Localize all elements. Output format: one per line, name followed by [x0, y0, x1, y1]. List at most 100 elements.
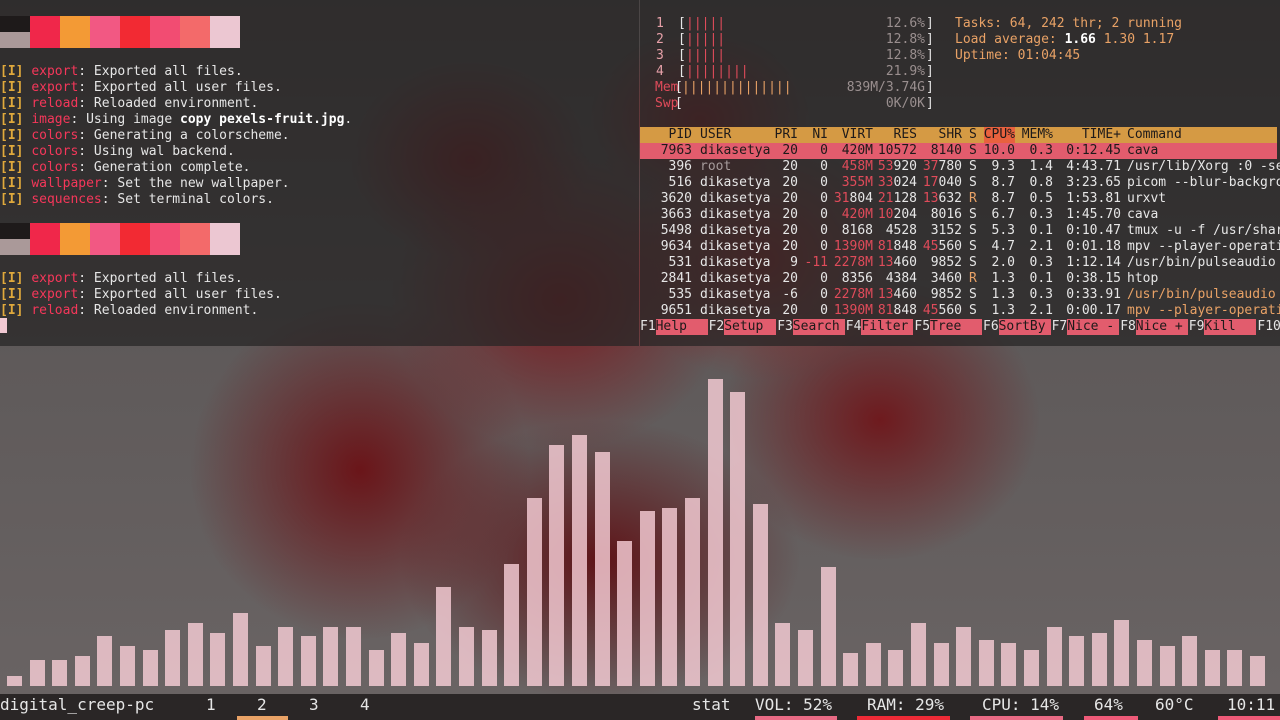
- cell-pri: 20: [782, 207, 798, 222]
- column-header[interactable]: SHR: [939, 127, 962, 143]
- cell-pri: 9: [790, 255, 798, 270]
- cell-digits-high: 13: [922, 191, 939, 206]
- cell-s: S: [969, 159, 977, 174]
- column-header[interactable]: Command: [1127, 127, 1182, 143]
- visualizer-bar: [7, 676, 22, 686]
- process-table-header[interactable]: PID USER PRI NI VIRT RES SHR S CPU% MEM% TIME+ Comm…: [640, 127, 1277, 144]
- column-header[interactable]: TIME+: [1082, 127, 1121, 143]
- cell-res: 10204: [878, 207, 917, 223]
- table-row[interactable]: 531 dikasetya 9 -11 2278M 13460 9852 S 2.0 0.3 1:1…: [640, 255, 1277, 271]
- cell-res: 13460: [878, 255, 917, 271]
- column-header[interactable]: PID: [669, 127, 692, 143]
- cell-pri: 20: [782, 191, 798, 206]
- fkey-f7[interactable]: F7: [1052, 319, 1068, 335]
- table-row[interactable]: 7963 dikasetya 20 0 420M 10572 8140 S 10.0 0.3 0:1…: [640, 143, 1277, 159]
- fkey-f4[interactable]: F4: [846, 319, 862, 335]
- table-row[interactable]: 535 dikasetya -6 0 2278M 13460 9852 S 1.3 0.3 0:33…: [640, 287, 1277, 303]
- cell-ni: 0: [820, 271, 828, 286]
- hostname: digital_creep-pc: [0, 695, 155, 714]
- workspace-2[interactable]: 2: [257, 694, 267, 716]
- log-module: export: [31, 271, 79, 286]
- cell-digits-low: 560: [938, 239, 962, 254]
- cell-digits-low: 460: [893, 255, 917, 270]
- column-header[interactable]: USER: [700, 127, 731, 143]
- volume-indicator[interactable]: VOL: 52%: [755, 694, 832, 716]
- log-level-tag: [I]: [0, 96, 24, 111]
- cell-cpu: 2.0: [991, 255, 1015, 270]
- visualizer-bar: [459, 627, 474, 686]
- fkey-label[interactable]: Search: [792, 319, 845, 335]
- table-row[interactable]: 516 dikasetya 20 0 355M 33024 17040 S 8.7 0.8 3:23…: [640, 175, 1280, 191]
- cell-time: 0:10.47: [1066, 223, 1121, 238]
- cell-cmd: htop: [1127, 271, 1159, 286]
- table-row[interactable]: 3620 dikasetya 20 0 31804 21128 13632 R 8.7 0.5 1:…: [640, 191, 1277, 207]
- cell-shr: 45560: [923, 239, 962, 255]
- fkey-f3[interactable]: F3: [777, 319, 793, 335]
- cell-cpu: 1.3: [991, 287, 1015, 302]
- fkey-label[interactable]: Help: [655, 319, 708, 335]
- table-row[interactable]: 9634 dikasetya 20 0 1390M 81848 45560 S 4.7 2.1 0:…: [640, 239, 1280, 255]
- meter-value: 839M/3.74G: [846, 80, 925, 95]
- cell-mem: 0.3: [1029, 143, 1053, 158]
- cell-user: dikasetya: [700, 303, 771, 318]
- cell-digits-low: 848: [893, 303, 917, 318]
- table-row[interactable]: 3663 dikasetya 20 0 420M 10204 8016 S 6.7 0.3 1:45…: [640, 207, 1277, 223]
- fkey-label[interactable]: Kill: [1204, 319, 1257, 335]
- column-header[interactable]: RES: [894, 127, 917, 143]
- fkey-f2[interactable]: F2: [709, 319, 725, 335]
- log-message: : Exported all user files.: [78, 287, 282, 302]
- workspace-4[interactable]: 4: [360, 694, 370, 716]
- fkey-f9[interactable]: F9: [1189, 319, 1205, 335]
- column-header[interactable]: PRI: [775, 127, 798, 143]
- visualizer-bar: [1069, 636, 1085, 686]
- meter-bracket-open: [: [678, 48, 686, 63]
- fkey-f8[interactable]: F8: [1120, 319, 1136, 335]
- table-row[interactable]: 9651 dikasetya 20 0 1390M 81848 45560 S 1.3 2.1 0:…: [640, 303, 1280, 319]
- cell-digits-low: 460: [893, 287, 917, 302]
- htop-function-keys[interactable]: F1 Help F2 Setup F3 Search F4 Filter F5 Tree F6…: [640, 319, 1280, 335]
- workspace-1[interactable]: 1: [206, 694, 216, 716]
- fkey-label[interactable]: Setup: [724, 319, 777, 335]
- terminal-pane-left[interactable]: [I] export: Exported all files. [I] expor…: [0, 0, 639, 346]
- table-row[interactable]: 2841 dikasetya 20 0 8356 4384 3460 R 1.3 0.1 0:38.…: [640, 271, 1277, 287]
- color-swatch: [210, 223, 240, 255]
- fkey-label[interactable]: Nice -: [1067, 319, 1120, 335]
- fkey-f1[interactable]: F1: [640, 319, 656, 335]
- visualizer-bar: [820, 567, 836, 686]
- cell-user: dikasetya: [700, 239, 771, 254]
- tasks-summary: Tasks: 64, 242 thr; 2 running: [955, 16, 1182, 31]
- table-row[interactable]: 5498 dikasetya 20 0 8168 4528 3152 S 5.3 0.1 0:10.…: [640, 223, 1280, 239]
- cell-negative: -11: [804, 255, 828, 270]
- clock[interactable]: 10:11: [1227, 694, 1275, 716]
- color-swatch: [0, 223, 30, 255]
- active-workspace-indicator: [237, 716, 288, 720]
- column-header[interactable]: CPU%: [983, 127, 1015, 143]
- fkey-label[interactable]: SortBy: [998, 319, 1051, 335]
- column-header[interactable]: S: [969, 127, 977, 143]
- visualizer-bar: [233, 613, 248, 686]
- workspace-3[interactable]: 3: [309, 694, 319, 716]
- cell-cmd: /usr/bin/pulseaudio: [1127, 287, 1276, 303]
- column-header[interactable]: VIRT: [842, 127, 873, 143]
- meter-value: 12.8%: [885, 48, 925, 63]
- visualizer-bar: [368, 650, 384, 686]
- terminal-cursor: [0, 318, 7, 333]
- fkey-label[interactable]: Filter: [861, 319, 914, 335]
- table-row[interactable]: 396 root 20 0 458M 53920 37780 S 9.3 1.4 4:43.71/u…: [640, 159, 1280, 175]
- fkey-label[interactable]: Nice +: [1135, 319, 1188, 335]
- fkey-f6[interactable]: F6: [983, 319, 999, 335]
- column-header[interactable]: NI: [812, 127, 828, 143]
- cell-cmd: /usr/lib/Xorg :0 -se: [1127, 159, 1280, 174]
- fkey-label[interactable]: Tree: [930, 319, 982, 335]
- cell-pri: -6: [782, 287, 798, 302]
- log-level-tag: [I]: [0, 287, 24, 302]
- cell-ni: 0: [820, 303, 828, 318]
- cell-time: 3:23.65: [1066, 175, 1121, 190]
- column-header[interactable]: MEM%: [1022, 127, 1053, 143]
- fkey-f10[interactable]: F10: [1257, 319, 1280, 335]
- fkey-f5[interactable]: F5: [914, 319, 930, 335]
- visualizer-bar: [1024, 650, 1039, 686]
- visualizer-bar: [323, 627, 339, 686]
- meter-bracket-close: ]: [926, 32, 934, 47]
- cell-cpu: 8.7: [991, 191, 1015, 206]
